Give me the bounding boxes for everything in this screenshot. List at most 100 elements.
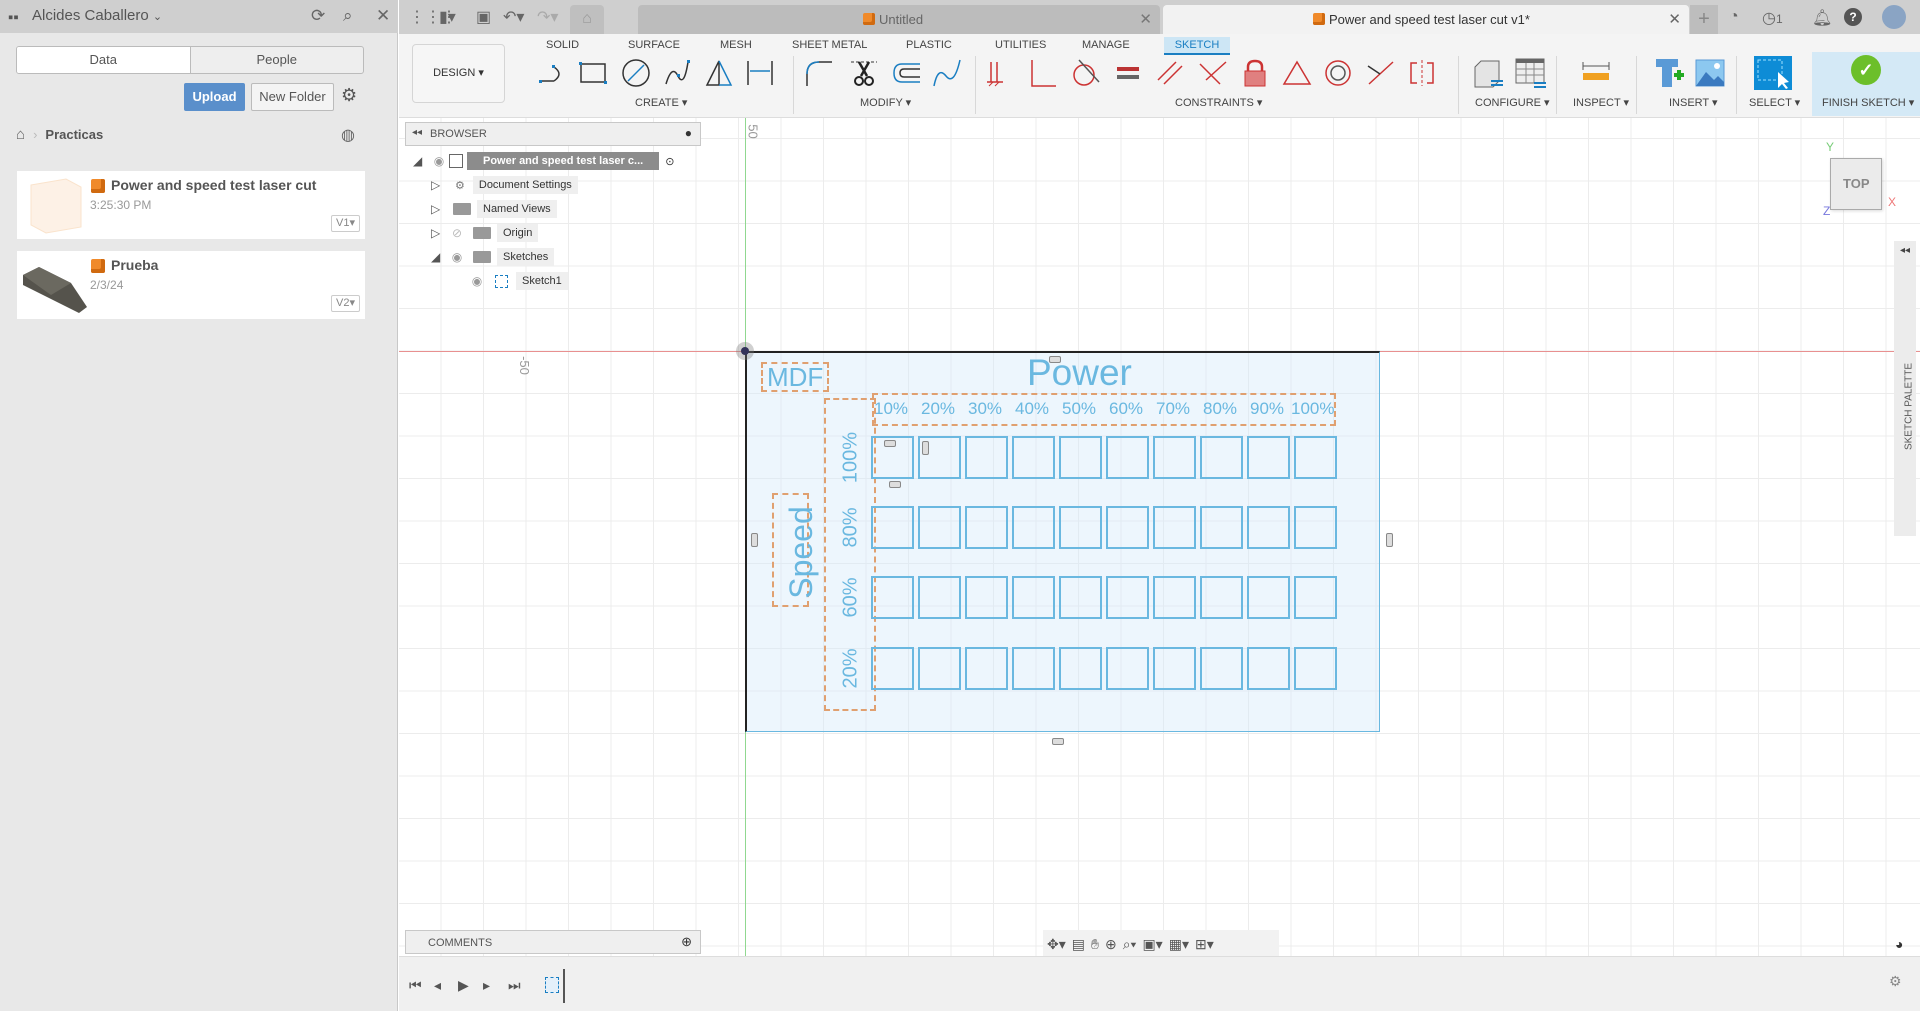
expand-icon[interactable]: ◂◂	[1900, 245, 1910, 256]
collapse-triangle-icon[interactable]: ◢	[431, 250, 447, 264]
test-square[interactable]	[965, 576, 1008, 619]
fix-constraint-icon[interactable]	[982, 56, 1018, 90]
tangent-constraint-icon[interactable]	[1068, 56, 1104, 90]
new-tab-button[interactable]: +	[1690, 5, 1718, 34]
browser-panel-header[interactable]: ◂◂ BROWSER ●	[405, 122, 701, 146]
select-menu[interactable]: SELECT ▾	[1749, 96, 1800, 109]
viewcube[interactable]: TOP	[1830, 158, 1882, 210]
test-square[interactable]	[1247, 506, 1290, 549]
look-at-icon[interactable]: ▤	[1072, 936, 1085, 953]
notifications-bell-icon[interactable]: 🔔︎	[1812, 8, 1832, 28]
close-tab-icon[interactable]: ✕	[1139, 10, 1152, 28]
file-menu-icon[interactable]: ▮▾	[439, 7, 456, 27]
sketch-feature-icon[interactable]	[545, 977, 559, 993]
constraints-menu[interactable]: CONSTRAINTS ▾	[1175, 96, 1262, 109]
refresh-icon[interactable]: ⟳	[311, 6, 325, 26]
home-icon[interactable]: ⌂	[16, 126, 25, 143]
test-square[interactable]	[1247, 647, 1290, 690]
tab-manage[interactable]: MANAGE	[1072, 37, 1140, 53]
tab-document[interactable]: Power and speed test laser cut v1* ✕	[1163, 5, 1689, 34]
origin-point[interactable]	[736, 342, 754, 360]
expand-triangle-icon[interactable]: ▷	[431, 178, 447, 192]
test-square[interactable]	[1294, 506, 1337, 549]
trim-tool-icon[interactable]	[846, 56, 882, 90]
test-square[interactable]	[965, 647, 1008, 690]
inspect-menu[interactable]: INSPECT ▾	[1573, 96, 1629, 109]
fillet-tool-icon[interactable]	[801, 56, 837, 90]
go-to-start-icon[interactable]: ⏮	[409, 977, 422, 994]
test-square[interactable]	[1200, 436, 1243, 479]
lock-constraint-icon[interactable]	[1237, 56, 1273, 90]
constraint-glyph[interactable]	[922, 441, 929, 455]
user-hub-dropdown[interactable]: Alcides Caballero ⌄	[32, 7, 162, 24]
version-dropdown[interactable]: V2▾	[331, 295, 360, 312]
midpoint-constraint-icon[interactable]	[1362, 56, 1398, 90]
play-icon[interactable]: ▶	[458, 977, 469, 994]
hidden-eye-icon[interactable]: ⊘	[447, 226, 467, 240]
test-square[interactable]	[1059, 506, 1102, 549]
tab-sheet-metal[interactable]: SHEET METAL	[782, 37, 877, 53]
insert-canvas-icon[interactable]	[1692, 56, 1728, 90]
select-tool-icon[interactable]	[1754, 56, 1792, 90]
save-icon[interactable]: ▣	[476, 7, 491, 27]
tab-utilities[interactable]: UTILITIES	[985, 37, 1056, 53]
insert-menu[interactable]: INSERT ▾	[1669, 96, 1718, 109]
tab-surface[interactable]: SURFACE	[618, 37, 690, 53]
expand-triangle-icon[interactable]: ▷	[431, 202, 447, 216]
constraint-glyph[interactable]	[889, 481, 901, 488]
spline-tool-icon[interactable]	[659, 56, 695, 90]
test-square[interactable]	[1012, 436, 1055, 479]
configure-menu[interactable]: CONFIGURE ▾	[1475, 96, 1550, 109]
test-square[interactable]	[1247, 576, 1290, 619]
breadcrumb-folder[interactable]: Practicas	[45, 127, 103, 142]
triangle-constraint-icon[interactable]	[1279, 56, 1315, 90]
zoom-icon[interactable]: ⊕	[1105, 936, 1117, 953]
dimension-handle[interactable]	[1052, 738, 1064, 745]
test-square[interactable]	[1153, 576, 1196, 619]
dimension-handle[interactable]	[751, 533, 758, 547]
test-square[interactable]	[1059, 647, 1102, 690]
test-square[interactable]	[918, 576, 961, 619]
test-square[interactable]	[1294, 647, 1337, 690]
test-square[interactable]	[1012, 647, 1055, 690]
test-square[interactable]	[1012, 506, 1055, 549]
constraint-glyph[interactable]	[884, 440, 896, 447]
version-dropdown[interactable]: V1▾	[331, 215, 360, 232]
tab-untitled[interactable]: Untitled ✕	[638, 5, 1160, 34]
concentric-constraint-icon[interactable]	[1320, 56, 1356, 90]
visibility-eye-icon[interactable]: ◉	[447, 250, 467, 264]
test-square[interactable]	[1200, 576, 1243, 619]
test-square[interactable]	[1200, 506, 1243, 549]
tree-node[interactable]: ◢ ◉ Sketches	[431, 247, 674, 267]
test-square[interactable]	[1153, 436, 1196, 479]
test-square[interactable]	[1106, 506, 1149, 549]
display-settings-icon[interactable]: ▣▾	[1142, 936, 1162, 953]
parallel-constraint-icon[interactable]	[1153, 56, 1189, 90]
measure-tool-icon[interactable]	[1579, 56, 1615, 90]
tab-people[interactable]: People	[191, 47, 364, 73]
grid-settings-icon[interactable]: ▦▾	[1169, 936, 1189, 953]
test-square[interactable]	[1247, 436, 1290, 479]
perpendicular-lines-icon[interactable]	[1195, 56, 1231, 90]
perpendicular-constraint-icon[interactable]	[1025, 56, 1061, 90]
add-comment-icon[interactable]: ⊕	[681, 934, 692, 950]
test-square[interactable]	[1106, 436, 1149, 479]
test-square[interactable]	[1294, 436, 1337, 479]
test-square[interactable]	[1153, 506, 1196, 549]
configure-parameters-icon[interactable]	[1470, 56, 1506, 90]
design-canvas[interactable]: 50 -50 MDF Power 10% 20% 30% 40% 50% 60% 70% 80…	[399, 118, 1920, 956]
close-icon[interactable]: ✕	[376, 6, 390, 26]
home-tab[interactable]: ⌂	[570, 5, 604, 34]
new-folder-button[interactable]: New Folder	[251, 83, 334, 111]
undo-icon[interactable]: ↶▾	[503, 7, 524, 27]
offset-tool-icon[interactable]	[888, 56, 924, 90]
viewports-icon[interactable]: ⊞▾	[1195, 936, 1214, 953]
test-square[interactable]	[918, 506, 961, 549]
job-status-icon[interactable]: ◷1	[1762, 8, 1783, 28]
rectangle-tool-icon[interactable]	[576, 56, 612, 90]
sketch-palette-tab[interactable]: ◂◂ SKETCH PALETTE	[1894, 241, 1916, 536]
finish-sketch-button[interactable]: ✓ FINISH SKETCH ▾	[1812, 52, 1920, 116]
dimension-tool-icon[interactable]	[742, 56, 778, 90]
orbit-icon[interactable]: ✥▾	[1047, 936, 1066, 953]
test-square[interactable]	[1153, 647, 1196, 690]
